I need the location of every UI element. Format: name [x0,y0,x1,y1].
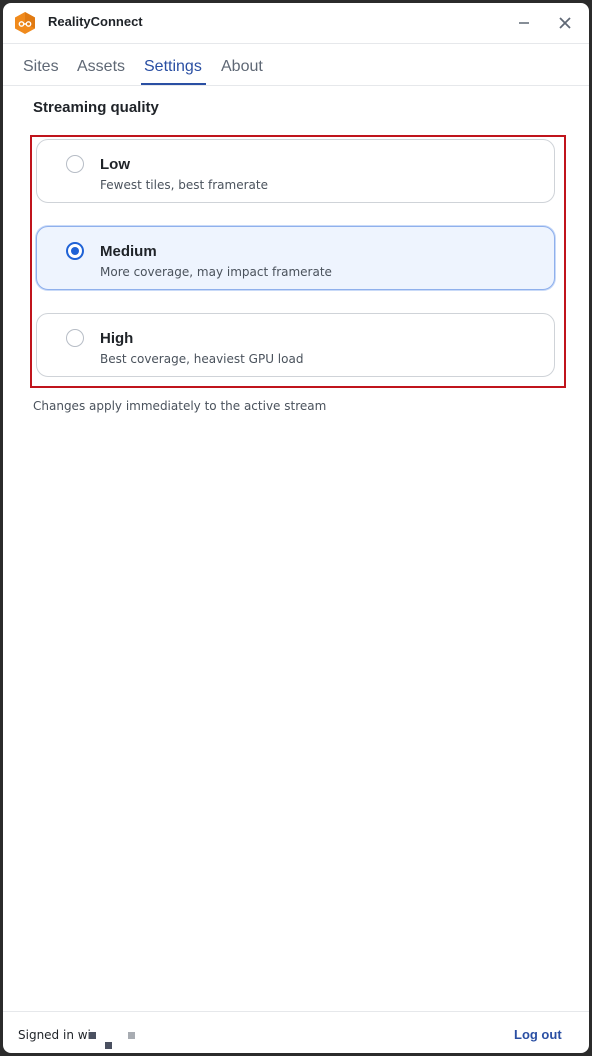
option-label: Medium [100,243,157,260]
minimize-button[interactable] [510,11,538,35]
quality-option-medium[interactable]: Medium More coverage, may impact framera… [36,226,555,290]
active-tab-indicator [141,83,206,85]
tab-assets[interactable]: Assets [77,58,125,76]
radio-selected-dot [71,247,79,255]
option-label: High [100,330,134,347]
quality-option-high[interactable]: High Best coverage, heaviest GPU load [36,313,555,377]
close-icon [559,17,571,29]
redacted-pixel [105,1042,112,1049]
settings-hint: Changes apply immediately to the active … [33,399,327,413]
tab-settings[interactable]: Settings [144,58,202,76]
minimize-icon [519,22,529,24]
redacted-pixel [128,1032,135,1039]
option-description: Fewest tiles, best framerate [100,178,268,192]
radio-button-high[interactable] [66,329,84,347]
title-bar: RealityConnect [3,3,589,44]
app-window: RealityConnect Sites Assets Settings Abo… [3,3,589,1053]
option-label: Low [100,156,130,173]
quality-option-low[interactable]: Low Fewest tiles, best framerate [36,139,555,203]
radio-button-low[interactable] [66,155,84,173]
logout-button[interactable]: Log out [514,1027,562,1042]
option-description: More coverage, may impact framerate [100,265,332,279]
option-description: Best coverage, heaviest GPU load [100,352,304,366]
radio-button-medium[interactable] [66,242,84,260]
signed-in-text: Signed in wi [18,1028,91,1042]
tab-bar: Sites Assets Settings About [3,44,589,86]
hexagon-link-logo [15,12,35,34]
footer: Signed in wi Log out [3,1011,589,1053]
close-button[interactable] [551,11,579,35]
redacted-pixel [89,1032,96,1039]
tab-about[interactable]: About [221,58,263,76]
tab-sites[interactable]: Sites [23,58,59,76]
app-title: RealityConnect [48,14,143,29]
section-title: Streaming quality [33,99,159,116]
